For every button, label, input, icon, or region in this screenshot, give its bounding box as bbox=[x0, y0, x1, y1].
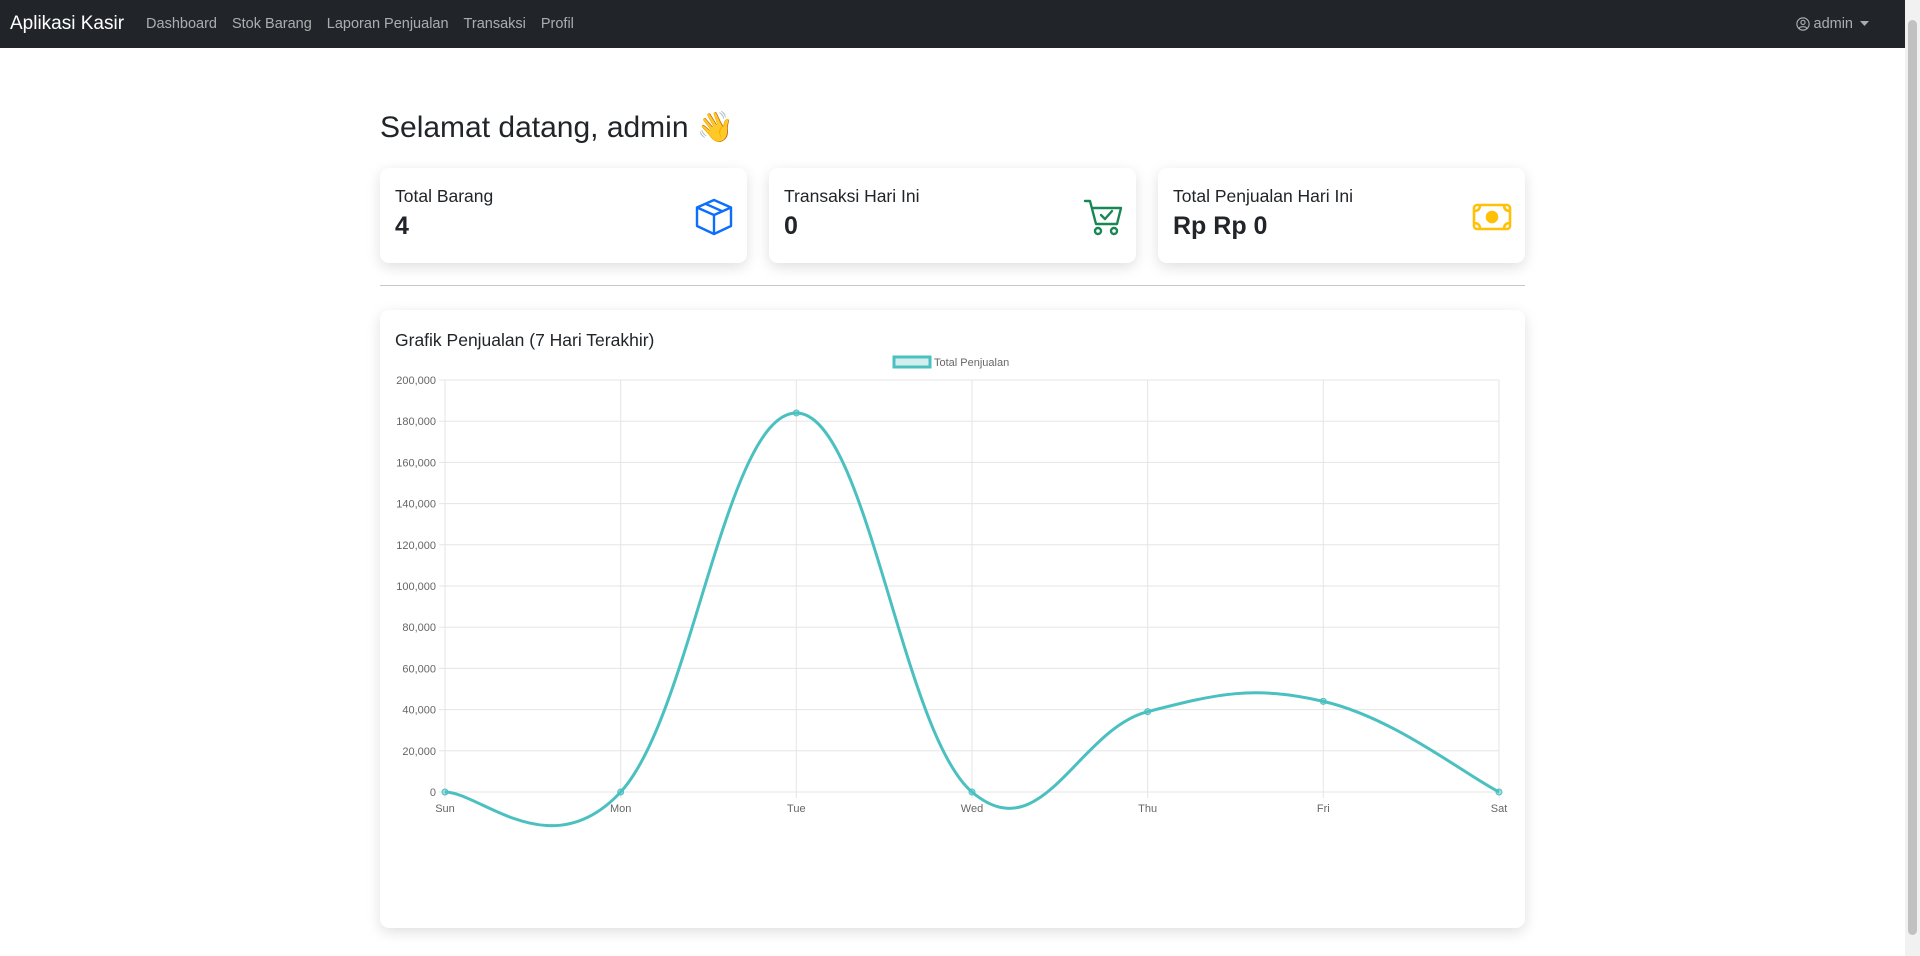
box-icon bbox=[693, 196, 735, 238]
y-tick-label: 160,000 bbox=[396, 457, 436, 469]
stat-value: 4 bbox=[395, 212, 409, 240]
caret-down-icon bbox=[1860, 21, 1869, 27]
stat-label: Transaksi Hari Ini bbox=[784, 186, 920, 206]
brand-link[interactable]: Aplikasi Kasir bbox=[10, 13, 124, 35]
sales-chart: 200,000 180,000 160,000 140,000 120,000 100,0… bbox=[396, 355, 1508, 828]
data-point bbox=[1319, 697, 1327, 705]
data-point bbox=[617, 788, 625, 796]
y-tick-label: 100,000 bbox=[396, 581, 436, 593]
stat-card-total-penjualan: Total Penjualan Hari Ini Rp Rp 0 bbox=[1158, 168, 1525, 263]
stat-card-total-barang: Total Barang 4 bbox=[380, 168, 747, 263]
nav-profil[interactable]: Profil bbox=[541, 16, 574, 32]
y-tick-label: 60,000 bbox=[402, 663, 436, 675]
data-point bbox=[441, 788, 449, 796]
y-tick-label: 180,000 bbox=[396, 416, 436, 428]
stat-label: Total Penjualan Hari Ini bbox=[1173, 186, 1353, 206]
data-point bbox=[792, 409, 800, 417]
y-axis-ticks: 200,000 180,000 160,000 140,000 120,000 100,0… bbox=[396, 375, 436, 799]
x-tick-label: Tue bbox=[787, 803, 806, 815]
y-tick-label: 20,000 bbox=[402, 746, 436, 758]
page-scrollbar[interactable] bbox=[1905, 0, 1920, 956]
y-tick-label: 40,000 bbox=[402, 705, 436, 717]
user-menu-toggle[interactable]: admin bbox=[1795, 16, 1869, 32]
nav-stok-barang[interactable]: Stok Barang bbox=[232, 16, 312, 32]
stat-card-transaksi: Transaksi Hari Ini 0 bbox=[769, 168, 1136, 263]
nav-dashboard[interactable]: Dashboard bbox=[146, 16, 217, 32]
y-tick-label: 80,000 bbox=[402, 622, 436, 634]
y-tick-label: 120,000 bbox=[396, 540, 436, 552]
cart-check-icon bbox=[1082, 196, 1124, 238]
nav-laporan-penjualan[interactable]: Laporan Penjualan bbox=[327, 16, 449, 32]
data-point bbox=[1144, 708, 1152, 716]
legend-swatch[interactable] bbox=[892, 355, 932, 369]
x-tick-label: Sun bbox=[435, 803, 455, 815]
section-divider bbox=[380, 285, 1525, 286]
chart-legend: Total Penjualan bbox=[892, 355, 1009, 369]
welcome-heading: Selamat datang, admin 👋 bbox=[380, 111, 735, 144]
stat-value: Rp Rp 0 bbox=[1173, 212, 1268, 240]
x-tick-label: Sat bbox=[1491, 803, 1508, 815]
sales-chart-card: Grafik Penjualan (7 Hari Terakhir) 200,0… bbox=[380, 310, 1525, 928]
x-tick-label: Fri bbox=[1317, 803, 1330, 815]
stat-value: 0 bbox=[784, 212, 798, 240]
x-tick-label: Mon bbox=[610, 803, 631, 815]
legend-label[interactable]: Total Penjualan bbox=[934, 357, 1009, 369]
y-tick-label: 200,000 bbox=[396, 375, 436, 387]
user-circle-icon bbox=[1795, 17, 1810, 31]
x-tick-label: Thu bbox=[1138, 803, 1157, 815]
cash-icon bbox=[1471, 196, 1513, 238]
x-tick-label: Wed bbox=[961, 803, 983, 815]
navbar: Aplikasi Kasir Dashboard Stok Barang Lap… bbox=[0, 0, 1905, 48]
stat-label: Total Barang bbox=[395, 186, 494, 206]
chart-grid bbox=[439, 379, 1500, 798]
y-tick-label: 0 bbox=[430, 787, 436, 799]
nav-transaksi[interactable]: Transaksi bbox=[464, 16, 526, 32]
user-menu-label: admin bbox=[1813, 16, 1854, 32]
scrollbar-thumb[interactable] bbox=[1908, 20, 1917, 935]
data-point bbox=[1495, 788, 1503, 796]
y-tick-label: 140,000 bbox=[396, 499, 436, 511]
data-point bbox=[968, 788, 976, 796]
